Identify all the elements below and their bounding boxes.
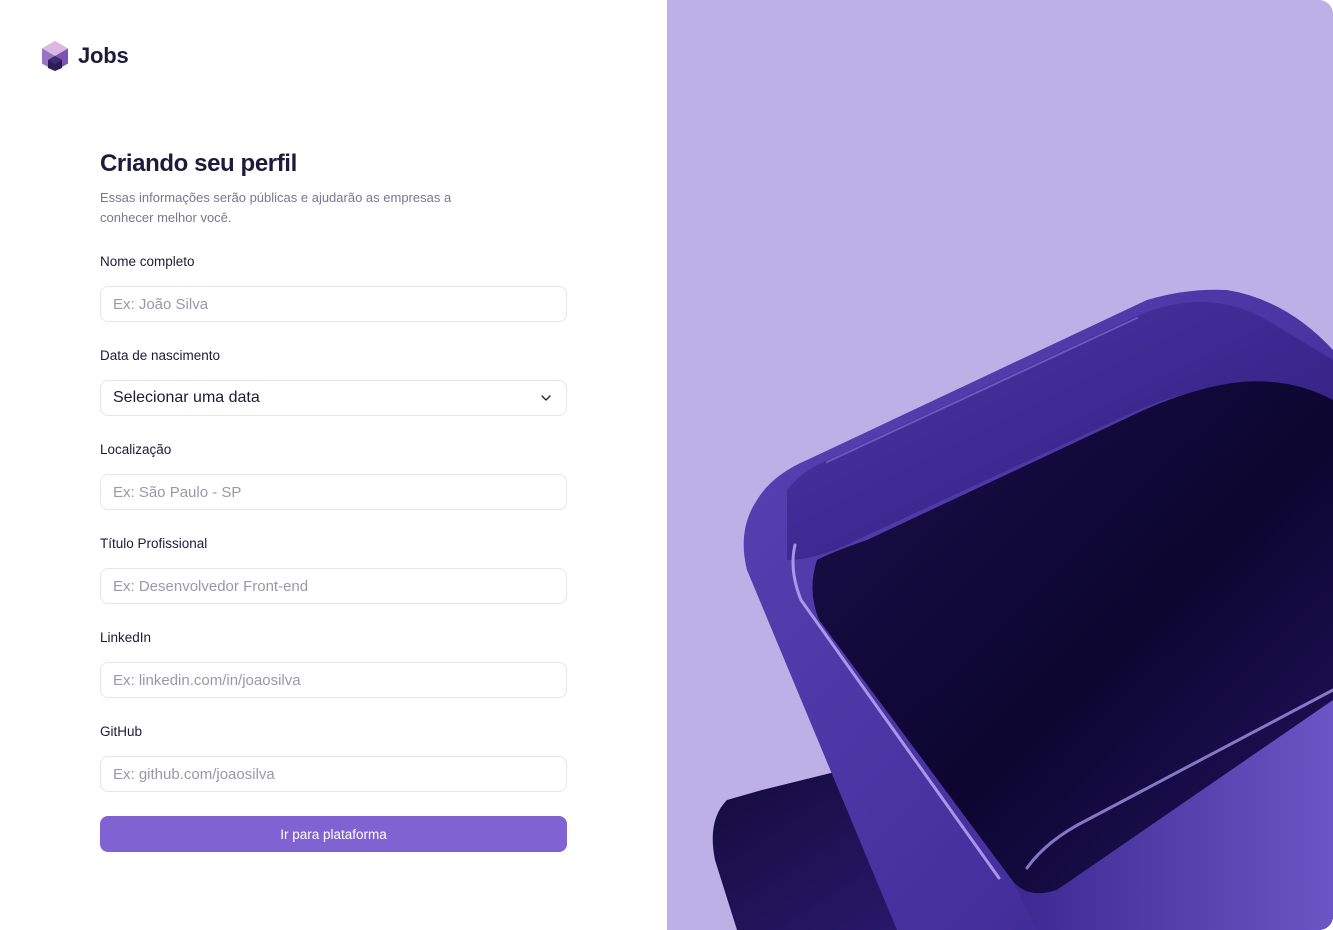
location-field: Localização <box>100 440 567 510</box>
linkedin-input-wrap <box>100 662 567 698</box>
github-input[interactable] <box>113 757 554 791</box>
location-input[interactable] <box>113 475 554 509</box>
go-to-platform-button[interactable]: Ir para plataforma <box>100 816 567 852</box>
location-label: Localização <box>100 442 172 457</box>
birth-date-select[interactable]: Selecionar uma data <box>100 380 567 416</box>
full-name-label: Nome completo <box>100 254 195 269</box>
github-input-wrap <box>100 756 567 792</box>
full-name-input[interactable] <box>113 287 554 321</box>
page-title: Criando seu perfil <box>100 150 297 177</box>
form-panel: Jobs Criando seu perfil Essas informaçõe… <box>0 0 667 930</box>
hexagon-cube-icon <box>40 40 70 72</box>
full-name-input-wrap <box>100 286 567 322</box>
birth-date-label: Data de nascimento <box>100 348 221 363</box>
birth-date-value: Selecionar uma data <box>113 389 260 406</box>
linkedin-label: LinkedIn <box>100 630 152 645</box>
job-title-label: Título Profissional <box>100 536 208 551</box>
job-title-input-wrap <box>100 568 567 604</box>
brand-name: Jobs <box>78 43 129 68</box>
3d-cube-illustration <box>712 289 1333 930</box>
birth-date-field: Data de nascimento Selecionar uma data <box>100 346 567 416</box>
full-name-field: Nome completo <box>100 252 567 322</box>
chevron-down-icon <box>540 392 554 404</box>
location-input-wrap <box>100 474 567 510</box>
linkedin-field: LinkedIn <box>100 628 567 698</box>
profile-form: Criando seu perfil Essas informações ser… <box>100 148 567 852</box>
github-field: GitHub <box>100 722 567 792</box>
github-label: GitHub <box>100 724 143 739</box>
hero-panel <box>667 0 1333 930</box>
page-subtitle: Essas informações serão públicas e ajuda… <box>100 190 452 225</box>
job-title-input[interactable] <box>113 569 554 603</box>
linkedin-input[interactable] <box>113 663 554 697</box>
job-title-field: Título Profissional <box>100 534 567 604</box>
brand-logo[interactable]: Jobs <box>40 40 129 72</box>
